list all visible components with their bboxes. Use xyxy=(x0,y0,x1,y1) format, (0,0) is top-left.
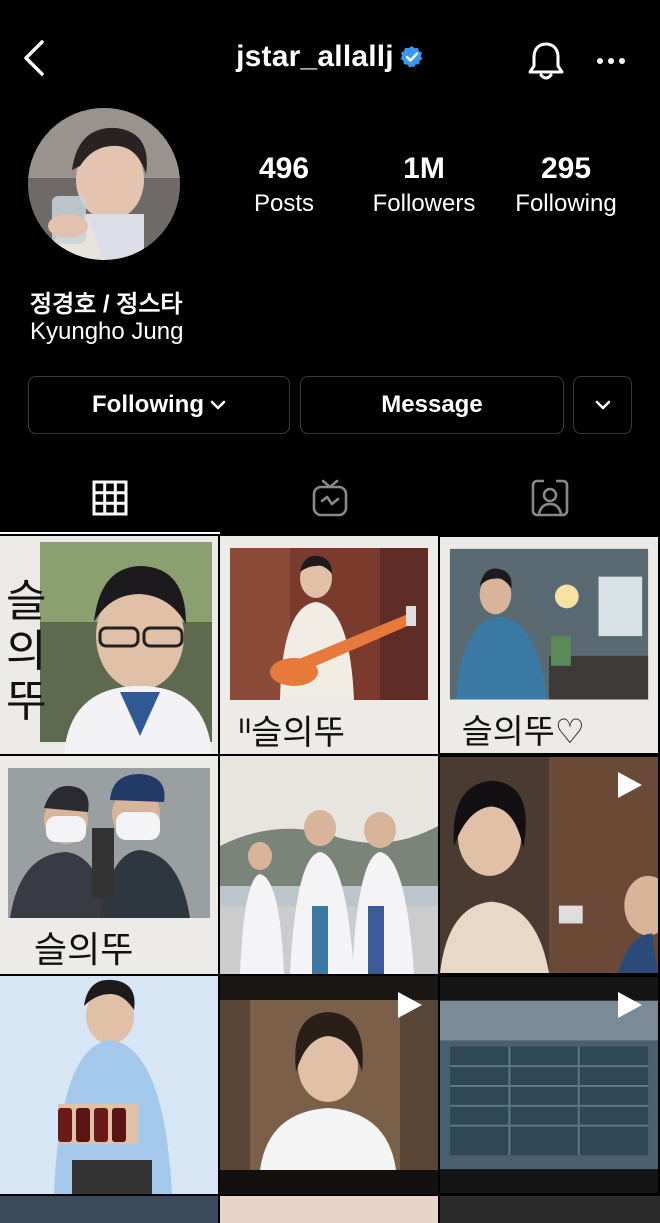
igtv-icon xyxy=(312,479,348,517)
tab-posts-grid[interactable] xyxy=(0,462,220,534)
more-horizontal-icon[interactable] xyxy=(596,48,626,74)
profile-avatar[interactable] xyxy=(28,108,180,260)
followers-count: 1M xyxy=(403,152,445,185)
following-button-label: Following xyxy=(92,391,204,418)
tab-tagged[interactable] xyxy=(440,462,660,534)
post-thumbnail[interactable] xyxy=(220,1196,438,1223)
post-thumbnail[interactable] xyxy=(0,1196,218,1223)
svg-text:슬의뚜: 슬의뚜 xyxy=(34,930,133,971)
post-thumbnail[interactable] xyxy=(220,756,438,974)
svg-text:뚜: 뚜 xyxy=(6,676,46,727)
post-thumbnail[interactable] xyxy=(0,976,218,1194)
post-thumbnail[interactable]: 슬의뚜♡ xyxy=(440,536,658,754)
profile-subname: Kyungho Jung xyxy=(30,318,184,345)
followers-stat[interactable]: 1M Followers xyxy=(354,152,494,220)
profile-tabs xyxy=(0,462,660,534)
post-thumbnail-video[interactable] xyxy=(440,756,658,974)
following-stat[interactable]: 295 Following xyxy=(496,152,636,220)
svg-text:ᐦ슬의뚜: ᐦ슬의뚜 xyxy=(238,713,345,753)
play-icon xyxy=(618,992,642,1018)
post-thumbnail[interactable]: 슬의뚜 xyxy=(0,756,218,974)
following-count: 295 xyxy=(540,152,592,185)
svg-text:슬의뚜♡: 슬의뚜♡ xyxy=(462,712,585,751)
tab-igtv[interactable] xyxy=(220,462,440,534)
play-icon xyxy=(398,992,422,1018)
message-button[interactable]: Message xyxy=(300,376,564,434)
tagged-icon xyxy=(531,479,569,517)
active-tab-indicator xyxy=(0,532,220,534)
following-button[interactable]: Following xyxy=(28,376,290,434)
followers-label: Followers xyxy=(372,190,476,217)
svg-text:의: 의 xyxy=(6,626,46,677)
suggested-accounts-button[interactable] xyxy=(573,376,632,434)
post-thumbnail[interactable] xyxy=(440,1196,660,1223)
bell-icon[interactable] xyxy=(524,40,568,82)
following-label: Following xyxy=(515,190,617,217)
chevron-down-icon xyxy=(595,400,610,410)
svg-text:슬: 슬 xyxy=(6,576,46,627)
post-thumbnail[interactable]: ᐦ슬의뚜 xyxy=(220,536,438,754)
post-thumbnail[interactable]: 슬 의 뚜 xyxy=(0,536,218,754)
play-icon xyxy=(618,772,642,798)
posts-label: Posts xyxy=(253,190,315,217)
username: jstar_allallj xyxy=(236,40,394,73)
top-bar: jstar_allallj xyxy=(0,0,660,120)
posts-count: 496 xyxy=(258,152,310,185)
posts-stat[interactable]: 496 Posts xyxy=(214,152,354,220)
message-button-label: Message xyxy=(381,391,483,418)
post-thumbnail-video[interactable] xyxy=(220,976,438,1194)
grid-icon xyxy=(92,480,128,516)
verified-badge-icon xyxy=(400,43,424,68)
post-thumbnail-video[interactable] xyxy=(440,976,658,1194)
chevron-down-icon xyxy=(210,400,226,410)
profile-name: 정경호 / 정스타 xyxy=(30,291,183,318)
